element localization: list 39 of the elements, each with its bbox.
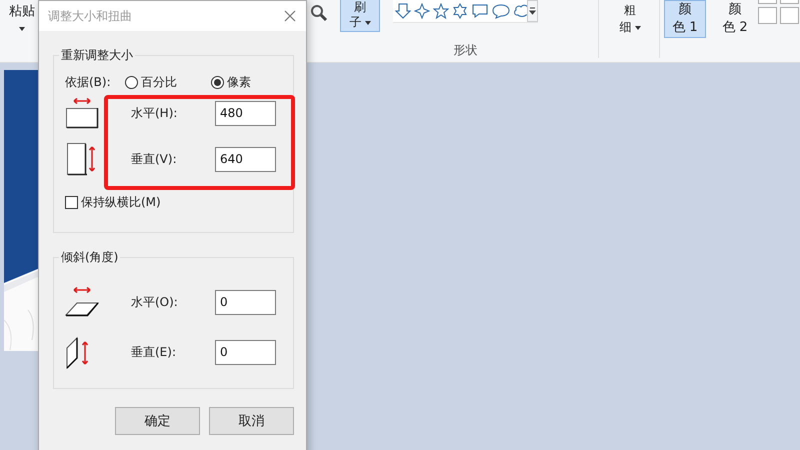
color-button[interactable]: 颜 色 2: [714, 0, 756, 38]
cancel-button[interactable]: 取消: [209, 407, 294, 435]
dialog-title: 调整大小和扭曲: [48, 8, 132, 24]
input-field[interactable]: 480: [215, 100, 276, 126]
speech-bubble-icon[interactable]: [471, 3, 489, 19]
gallery-more-icon[interactable]: [527, 0, 538, 22]
star-icon[interactable]: [433, 3, 449, 19]
four-point-star-icon[interactable]: [414, 3, 430, 19]
six-point-star-icon[interactable]: [452, 3, 468, 19]
caret-icon[interactable]: [364, 20, 370, 24]
down-arrow-icon[interactable]: [395, 3, 411, 19]
radio-option[interactable]: 像素: [211, 74, 251, 90]
search-icon[interactable]: [310, 4, 328, 22]
field-label: 水平(O):: [131, 294, 179, 310]
input-field[interactable]: 640: [215, 146, 276, 172]
paste-button[interactable]: 粘贴: [9, 2, 35, 20]
field-label: 垂直(E):: [131, 344, 177, 360]
ok-button[interactable]: 确定: [115, 407, 200, 435]
close-icon[interactable]: [284, 10, 296, 22]
oval-bubble-icon[interactable]: [492, 3, 510, 19]
caret-icon[interactable]: [19, 27, 25, 31]
field-label: 依据(B):: [65, 74, 111, 90]
color-swatch[interactable]: [780, 7, 799, 24]
color-button[interactable]: 颜 色 1: [664, 0, 706, 38]
skew-horizontal-icon: [65, 287, 99, 317]
input-field[interactable]: 0: [215, 340, 276, 364]
group-title: 倾斜(角度): [59, 249, 120, 266]
checkbox-option[interactable]: 保持纵横比(M): [65, 194, 161, 211]
field-label: 垂直(V):: [131, 150, 178, 168]
radio-option[interactable]: 百分比: [125, 74, 177, 90]
resize-width-icon: [65, 97, 99, 129]
group-label: 形状: [454, 42, 478, 59]
color-swatch[interactable]: [758, 7, 777, 24]
brush-button[interactable]: 刷 子: [340, 0, 380, 32]
size-button[interactable]: 粗 细: [614, 0, 646, 37]
field-label: 水平(H):: [131, 104, 178, 122]
group-title: 重新调整大小: [59, 47, 135, 64]
input-field[interactable]: 0: [215, 290, 276, 314]
caret-icon[interactable]: [634, 26, 640, 30]
